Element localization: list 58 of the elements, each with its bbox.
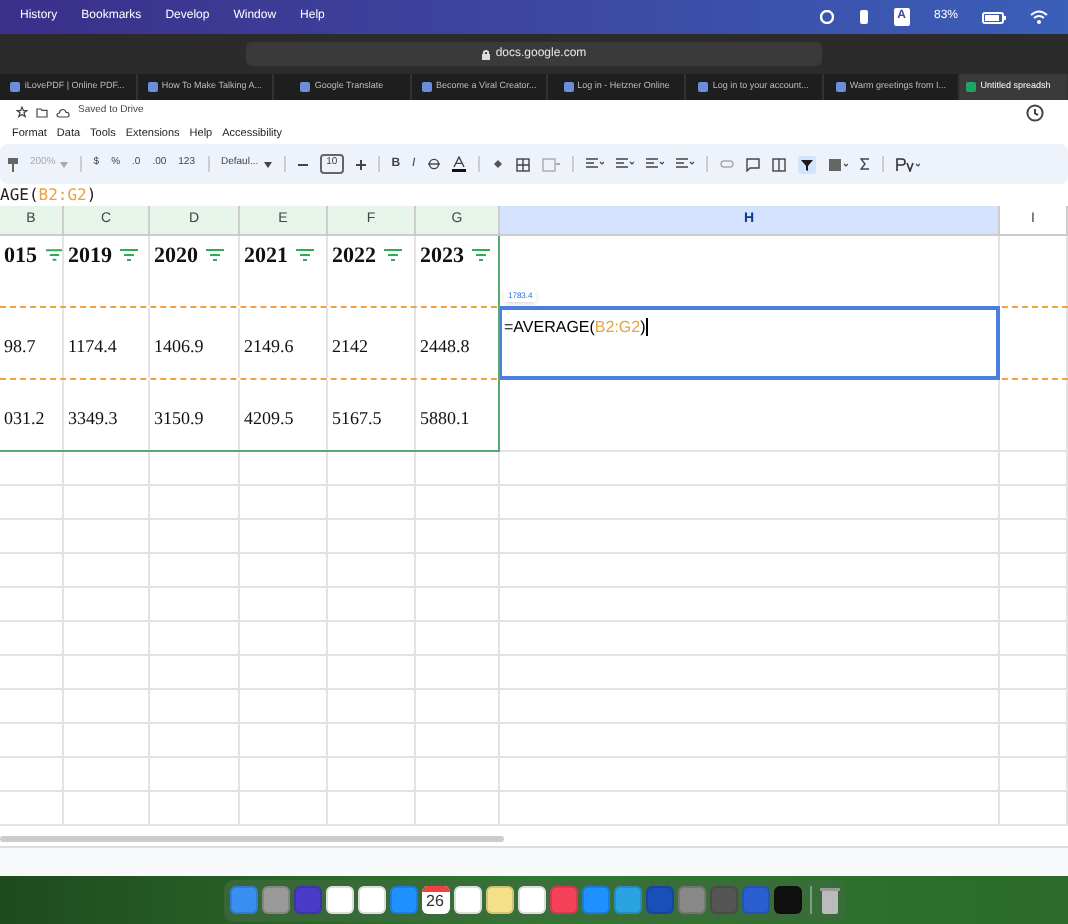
site-icon <box>300 82 311 92</box>
table-cell: 1406.9 <box>154 336 204 356</box>
table-cell: 3150.9 <box>154 408 204 428</box>
site-icon <box>966 82 977 92</box>
site-icon <box>147 82 158 92</box>
paint-format-icon[interactable] <box>8 157 18 171</box>
chart-icon[interactable] <box>771 157 786 171</box>
header-cell-text: 2023 <box>420 242 464 272</box>
table-cell: 1174.4 <box>68 336 117 356</box>
table-cell: 5880.1 <box>420 408 470 428</box>
filter-views-icon[interactable] <box>827 157 848 171</box>
lock-icon <box>481 49 490 59</box>
merge-cells-icon[interactable] <box>541 157 560 171</box>
fill-color-icon[interactable] <box>491 158 504 170</box>
header-cell-text: 2019 <box>68 242 112 272</box>
trash-icon[interactable] <box>819 886 839 914</box>
plus-icon[interactable] <box>355 159 366 169</box>
sum-icon[interactable] <box>859 158 870 170</box>
text-color-icon[interactable] <box>451 156 466 172</box>
caret-icon <box>59 161 68 167</box>
horizontal-scrollbar[interactable] <box>0 836 504 842</box>
table-cell: 031.2 <box>4 408 45 428</box>
history-icon[interactable] <box>1026 103 1044 121</box>
table-cell: 98.7 <box>4 336 36 356</box>
header-cell-text: 2020 <box>154 242 198 272</box>
filter-icon[interactable] <box>797 155 816 173</box>
cloud-icon <box>56 107 70 117</box>
table-cell: 4209.5 <box>244 408 294 428</box>
header-cell-text: 2021 <box>244 242 288 272</box>
site-icon <box>698 82 709 92</box>
text-rotate-icon[interactable] <box>675 158 694 170</box>
text-wrap-icon[interactable] <box>645 158 664 170</box>
header-cell-text: 2022 <box>332 242 376 272</box>
site-icon <box>422 82 433 92</box>
strikethrough-icon[interactable] <box>427 158 440 170</box>
align-left-icon[interactable] <box>585 158 604 170</box>
site-icon <box>563 82 574 92</box>
star-icon[interactable] <box>16 106 28 118</box>
calendar-icon[interactable]: 26 <box>421 886 449 914</box>
minus-icon[interactable] <box>298 159 309 169</box>
table-cell: 5167.5 <box>332 408 382 428</box>
site-icon <box>835 82 846 92</box>
battery-icon <box>982 11 1006 23</box>
input-tools-icon[interactable] <box>895 157 920 171</box>
table-cell: 3349.3 <box>68 408 118 428</box>
folder-icon[interactable] <box>36 107 48 117</box>
active-cell-editor[interactable]: =AVERAGE(B2:G2) <box>498 306 1000 380</box>
formula-bar[interactable]: AGE(B2:G2) <box>0 184 1068 206</box>
vertical-align-icon[interactable] <box>615 158 634 170</box>
comment-icon[interactable] <box>745 157 760 171</box>
caret-icon <box>264 161 273 167</box>
site-icon <box>10 82 21 92</box>
table-cell: 2142 <box>332 336 368 356</box>
table-cell: 2448.8 <box>420 336 470 356</box>
header-cell-text: 015 <box>4 242 37 272</box>
borders-icon[interactable] <box>515 157 530 171</box>
wifi-icon <box>1030 10 1048 24</box>
table-cell: 2149.6 <box>244 336 294 356</box>
